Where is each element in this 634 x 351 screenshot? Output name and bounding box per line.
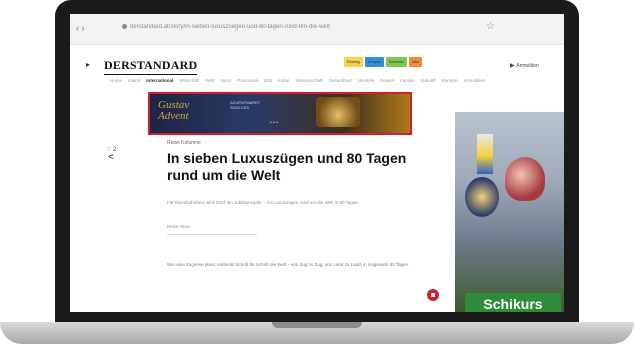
banner-image [316, 97, 360, 127]
nav-item[interactable]: Immobilien [464, 78, 486, 86]
nav-item[interactable]: Karriere [442, 78, 458, 86]
nav-item[interactable]: Web [205, 78, 214, 86]
side-ad-image [505, 157, 545, 201]
banner-mid-line2: SCHLOSS [230, 105, 250, 110]
menu-icon[interactable]: ▸ [86, 60, 90, 69]
close-icon[interactable] [427, 289, 439, 301]
side-ad[interactable]: Schikurs [455, 112, 564, 312]
nav-item[interactable]: Wissenschaft [296, 78, 323, 86]
side-ad-label[interactable]: Schikurs [465, 293, 561, 312]
nav-item[interactable]: Inland [128, 78, 140, 86]
header-pills: Eintrag ePaper Schwarz Abo [344, 57, 423, 67]
banner-dots: • • • [270, 120, 279, 126]
divider [167, 234, 257, 235]
nav-item[interactable]: Wirtschaft [179, 78, 199, 86]
nav-item[interactable]: International [146, 78, 173, 86]
section-nav: Home Inland International Wirtschaft Web… [110, 78, 550, 86]
site-header: ▸ DERSTANDARD Eintrag ePaper Schwarz Abo… [70, 45, 564, 90]
article-author[interactable]: Reise Team [167, 224, 191, 229]
banner-ad[interactable]: Gustav Advent ADVENTMARKT SCHLOSS • • • [148, 92, 412, 135]
article-kicker: Reise Kolumne [167, 140, 201, 146]
site-logo[interactable]: DERSTANDARD [104, 58, 198, 75]
browser-toolbar: ‹ › derstandard.at/story/in-sieben-luxus… [70, 14, 564, 45]
banner-title-line2: Advent [158, 110, 189, 122]
nav-item[interactable]: Lifestyle [358, 78, 375, 86]
browser-screen: ‹ › derstandard.at/story/in-sieben-luxus… [70, 14, 564, 312]
article-headline: In sieben Luxuszügen und 80 Tagen rund u… [167, 150, 407, 183]
side-ad-image [477, 134, 493, 174]
nav-item[interactable]: Etat [264, 78, 272, 86]
nav-item[interactable]: Familie [400, 78, 415, 86]
share-icon[interactable]: < [108, 152, 114, 163]
pill-epaper[interactable]: ePaper [364, 57, 384, 67]
banner-subtext: ADVENTMARKT SCHLOSS [230, 100, 260, 110]
nav-item[interactable]: Reisen [380, 78, 394, 86]
laptop-notch [272, 322, 362, 328]
back-forward-icon[interactable]: ‹ › [76, 23, 85, 33]
nav-item[interactable]: Home [110, 78, 122, 86]
nav-item[interactable]: Kultur [278, 78, 290, 86]
nav-item[interactable]: Zukunft [421, 78, 436, 86]
pill-schwarz[interactable]: Schwarz [385, 57, 407, 67]
nav-item[interactable]: Sport [220, 78, 231, 86]
pill-abo[interactable]: Abo [408, 57, 423, 67]
article-toolbar: ♡ 2 < [106, 138, 116, 163]
address-bar[interactable]: derstandard.at/story/in-sieben-luxuszueg… [122, 24, 482, 34]
nav-item[interactable]: Panorama [237, 78, 258, 86]
bookmark-star-icon[interactable]: ☆ [486, 21, 495, 32]
article-body: Wer eine Zugreise plant, entdeckt Schrit… [167, 262, 410, 267]
nav-item[interactable]: Gesundheit [329, 78, 352, 86]
banner-title: Gustav Advent [158, 100, 189, 122]
side-ad-image [465, 177, 499, 217]
pill-eintrag[interactable]: Eintrag [344, 57, 363, 67]
account-link[interactable]: Anmelden [510, 62, 539, 69]
article-lead: Für Eisenbahnfans wird 2024 ein Jubiläum… [167, 200, 360, 205]
